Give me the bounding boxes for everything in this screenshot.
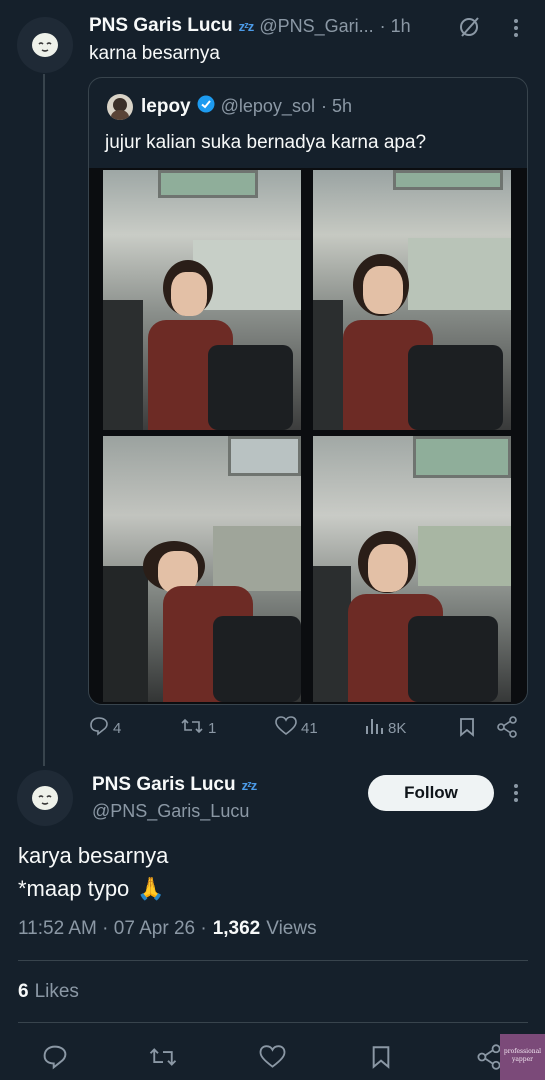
avatar[interactable] bbox=[17, 17, 73, 73]
tweet-text: karna besarnya bbox=[89, 43, 220, 64]
retweet-count: 1 bbox=[208, 719, 217, 737]
reply-header: PNS Garis Lucu zᶻz bbox=[92, 774, 258, 796]
like-action[interactable]: 41 bbox=[275, 716, 318, 740]
views-icon bbox=[364, 716, 384, 740]
reply-author-name[interactable]: PNS Garis Lucu bbox=[92, 774, 236, 796]
share-icon[interactable] bbox=[476, 1044, 502, 1075]
author-name[interactable]: PNS Garis Lucu bbox=[89, 15, 233, 37]
views-action[interactable]: 8K bbox=[364, 716, 406, 740]
reply-action[interactable]: 4 bbox=[89, 716, 121, 740]
author-handle[interactable]: @PNS_Gari... bbox=[259, 16, 373, 37]
reply-views-count: 1,362 bbox=[212, 918, 261, 939]
reply-meta: 11:52 AM · 07 Apr 26 · 1,362 Views bbox=[18, 918, 317, 940]
reply-text-line2: *maap typo bbox=[18, 876, 130, 901]
reply-count: 4 bbox=[113, 719, 122, 737]
pray-emoji-icon: 🙏 bbox=[137, 876, 165, 901]
tweet-time[interactable]: · 1h bbox=[380, 16, 411, 37]
reply-timestamp[interactable]: 11:52 AM · 07 Apr 26 · bbox=[18, 918, 207, 940]
reply-views-label: Views bbox=[266, 918, 317, 939]
watermark-line1: professional bbox=[503, 1048, 542, 1055]
quote-handle: @lepoy_sol bbox=[220, 96, 315, 116]
avatar-face-icon bbox=[32, 33, 58, 57]
retweet-icon[interactable] bbox=[148, 1044, 178, 1075]
retweet-action[interactable]: 1 bbox=[180, 716, 216, 740]
reply-text-line2-row: *maap typo 🙏 bbox=[18, 876, 165, 902]
sleep-badge-icon: zᶻz bbox=[238, 18, 255, 34]
reply-text-line1: karya besarnya bbox=[18, 843, 169, 868]
reply-icon bbox=[89, 716, 109, 740]
heart-icon bbox=[275, 716, 297, 740]
like-count: 41 bbox=[301, 719, 318, 737]
photo-grid[interactable] bbox=[89, 168, 527, 704]
divider bbox=[18, 960, 528, 961]
bookmark-icon[interactable] bbox=[458, 717, 476, 742]
heart-icon[interactable] bbox=[259, 1045, 286, 1074]
more-icon[interactable] bbox=[511, 18, 521, 43]
quoted-tweet[interactable]: lepoy @lepoy_sol · 5h jujur kalian suka … bbox=[88, 77, 528, 705]
more-icon[interactable] bbox=[511, 783, 521, 808]
likes-count: 6 bbox=[18, 981, 29, 1002]
bookmark-icon[interactable] bbox=[370, 1044, 392, 1075]
views-count: 8K bbox=[388, 719, 407, 737]
likes-label: Likes bbox=[34, 981, 79, 1002]
photo-3[interactable] bbox=[103, 436, 301, 702]
photo-2[interactable] bbox=[313, 170, 511, 430]
quote-header: lepoy @lepoy_sol · 5h bbox=[141, 95, 352, 118]
quote-author-name: lepoy bbox=[141, 95, 191, 117]
likes-summary[interactable]: 6 Likes bbox=[18, 981, 79, 1003]
quote-time: · 5h bbox=[320, 96, 352, 116]
follow-button[interactable]: Follow bbox=[368, 775, 494, 811]
photo-1[interactable] bbox=[103, 170, 301, 430]
sleep-badge-icon: zᶻz bbox=[241, 777, 258, 793]
avatar-face-icon bbox=[32, 786, 58, 810]
share-icon[interactable] bbox=[496, 716, 518, 743]
retweet-icon bbox=[180, 716, 204, 740]
quote-text: jujur kalian suka bernadya karna apa? bbox=[105, 132, 427, 153]
divider bbox=[18, 1022, 528, 1023]
verified-icon bbox=[197, 95, 215, 118]
quote-avatar bbox=[107, 94, 133, 120]
watermark-line2: yapper bbox=[511, 1056, 534, 1063]
watermark-logo: professional yapper bbox=[500, 1034, 545, 1080]
photo-4[interactable] bbox=[313, 436, 511, 702]
reply-avatar[interactable] bbox=[17, 770, 73, 826]
reply-handle[interactable]: @PNS_Garis_Lucu bbox=[92, 801, 249, 822]
tweet-header: PNS Garis Lucu zᶻz @PNS_Gari... · 1h bbox=[89, 15, 411, 37]
grok-icon[interactable] bbox=[458, 16, 482, 43]
reply-icon[interactable] bbox=[42, 1044, 68, 1075]
thread-line bbox=[43, 74, 45, 766]
